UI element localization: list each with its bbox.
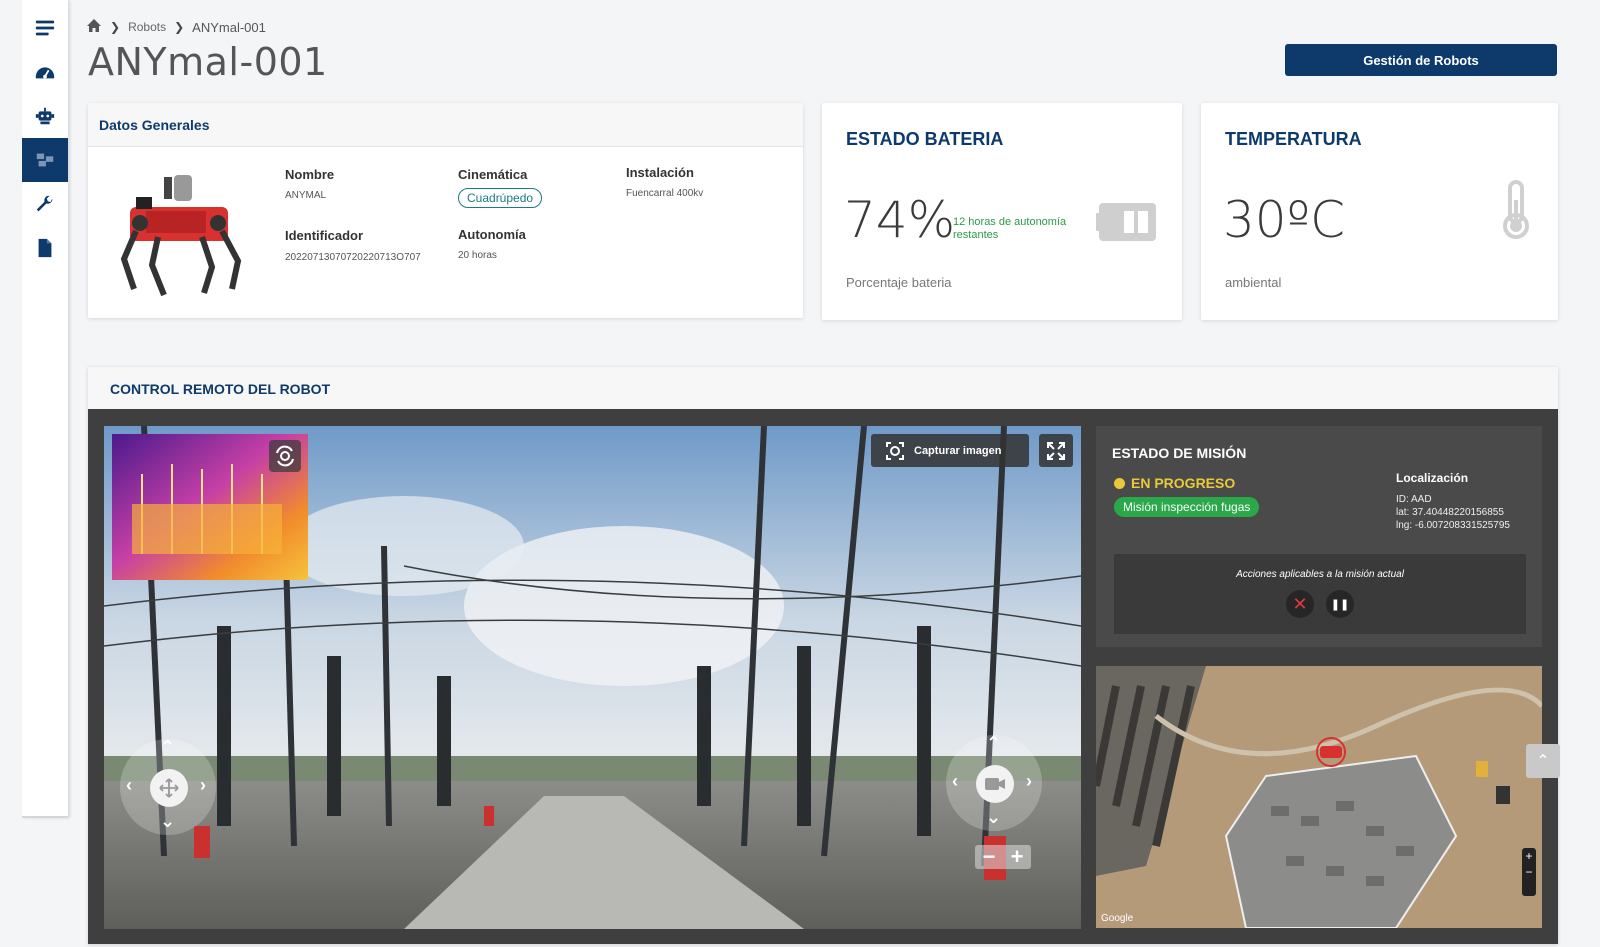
movement-joystick[interactable]: ⌃ ‹ › ⌄: [120, 737, 216, 835]
chevron-right-icon[interactable]: ›: [1026, 771, 1032, 792]
pause-mission-button[interactable]: ❚❚: [1326, 590, 1354, 618]
instalacion-value: Fuencarral 400kv: [626, 188, 704, 199]
move-icon: [159, 778, 179, 798]
mission-status-text: EN PROGRESO: [1131, 475, 1236, 491]
menu-icon[interactable]: [22, 6, 68, 50]
page-title: ANYmal-001: [88, 40, 328, 84]
capture-image-label: Capturar imagen: [914, 444, 1002, 457]
scroll-to-top-button[interactable]: ⌃: [1526, 744, 1560, 778]
move-knob[interactable]: [150, 769, 188, 807]
autonomia-value: 20 horas: [458, 250, 497, 261]
location-info: Localización ID: AAD lat: 37.40448220156…: [1396, 471, 1510, 532]
temperature-card: TEMPERATURA 30ºC ambiental: [1201, 103, 1558, 320]
chevron-up-icon[interactable]: ⌃: [986, 733, 1001, 754]
chevron-left-icon[interactable]: ‹: [952, 771, 958, 792]
battery-card: ESTADO BATERIA 74% 12 horas de autonomía…: [822, 103, 1182, 320]
thermometer-icon: [1503, 180, 1529, 239]
battery-title: ESTADO BATERIA: [846, 129, 1004, 149]
nombre-value: ANYMAL: [285, 190, 327, 201]
breadcrumb-item-current: ANYmal-001: [192, 19, 266, 35]
switch-camera-button[interactable]: [269, 440, 301, 472]
chevron-right-icon: ❯: [174, 20, 185, 34]
temperature-sub: ambiental: [1225, 275, 1282, 290]
location-label: Localización: [1396, 471, 1469, 485]
general-data-title: Datos Generales: [88, 103, 803, 147]
chevron-up-icon: ⌃: [1536, 753, 1550, 770]
map-credit: Google: [1101, 913, 1134, 924]
robot-management-button[interactable]: Gestión de Robots: [1285, 44, 1557, 76]
instalacion-label: Instalación: [626, 165, 694, 180]
map-image: [1096, 666, 1542, 928]
camera-knob[interactable]: [976, 765, 1014, 803]
mission-title: ESTADO DE MISIÓN: [1112, 445, 1247, 461]
wrench-icon[interactable]: [22, 182, 68, 226]
document-icon[interactable]: [22, 226, 68, 270]
capture-icon: [886, 441, 904, 460]
switch-camera-icon: [276, 445, 294, 467]
zoom-in-button[interactable]: +: [1011, 844, 1024, 870]
camera-joystick[interactable]: ⌃ ‹ › ⌄: [946, 733, 1042, 831]
mission-status-panel: ESTADO DE MISIÓN EN PROGRESO Misión insp…: [1096, 426, 1542, 647]
field-autonomia: Autonomía 20 horas: [458, 227, 526, 261]
chevron-down-icon[interactable]: ⌄: [986, 807, 1001, 828]
remote-control-panel: CONTROL REMOTO DEL ROBOT Capturar imagen…: [88, 367, 1558, 944]
fullscreen-icon: [1047, 441, 1065, 460]
field-nombre: Nombre ANYMAL: [285, 167, 334, 201]
chevron-down-icon[interactable]: ⌄: [160, 811, 175, 832]
nombre-label: Nombre: [285, 167, 335, 182]
robot-icon[interactable]: [22, 94, 68, 138]
fullscreen-button[interactable]: [1039, 434, 1073, 467]
battery-value: 74%: [844, 191, 956, 249]
chevron-up-icon[interactable]: ⌃: [160, 737, 175, 758]
mission-status: EN PROGRESO: [1114, 475, 1235, 491]
breadcrumb-item-robots[interactable]: Robots: [128, 20, 166, 34]
breadcrumb: ❯ Robots ❯ ANYmal-001: [86, 18, 266, 36]
sidebar: [22, 0, 68, 818]
capture-image-button[interactable]: Capturar imagen: [871, 434, 1029, 467]
close-icon: ✕: [1292, 593, 1308, 614]
status-dot-icon: [1114, 477, 1125, 489]
identificador-value: 20220713070720220713O707: [285, 252, 421, 263]
zoom-out-button[interactable]: −: [983, 844, 996, 870]
temperature-value: 30ºC: [1223, 191, 1346, 249]
cinematica-badge: Cuadrúpedo: [458, 188, 543, 208]
chevron-right-icon: ❯: [110, 20, 121, 34]
video-camera-icon: [985, 778, 1005, 790]
location-lng: lng: -6.007208331525795: [1396, 520, 1510, 531]
battery-sub: Porcentaje bateria: [846, 275, 952, 290]
cancel-mission-button[interactable]: ✕: [1286, 590, 1314, 618]
remote-control-title: CONTROL REMOTO DEL ROBOT: [88, 367, 1558, 409]
camera-video-feed[interactable]: Capturar imagen ⌃ ‹ › ⌄ ⌃ ‹ › ⌄ − +: [104, 426, 1081, 929]
mission-type-badge: Misión inspección fugas: [1114, 497, 1260, 517]
identificador-label: Identificador: [285, 228, 364, 243]
robot-image: [120, 175, 242, 297]
temperature-title: TEMPERATURA: [1225, 129, 1362, 149]
map-zoom-control[interactable]: + −: [1522, 848, 1536, 896]
zoom-control: − +: [975, 844, 1031, 870]
general-data-card: Datos Generales Nombre ANYMAL Cinemática…: [88, 103, 803, 318]
dashboard-icon[interactable]: [22, 50, 68, 94]
cinematica-label: Cinemática: [458, 167, 528, 182]
battery-icon: [1096, 203, 1156, 241]
battery-autonomy-note: 12 horas de autonomía restantes: [953, 216, 1067, 241]
pause-icon: ❚❚: [1330, 598, 1350, 611]
robots-fleet-icon[interactable]: [22, 138, 68, 182]
mission-actions-label: Acciones aplicables a la misión actual: [1236, 569, 1404, 580]
field-identificador: Identificador 20220713070720220713O707: [285, 228, 421, 263]
chevron-right-icon[interactable]: ›: [200, 775, 206, 796]
mission-actions: Acciones aplicables a la misión actual ✕…: [1114, 554, 1526, 634]
field-instalacion: Instalación Fuencarral 400kv: [626, 165, 703, 199]
location-lat: lat: 37.40448220156855: [1396, 507, 1504, 518]
chevron-left-icon[interactable]: ‹: [126, 775, 132, 796]
location-id: ID: AAD: [1396, 494, 1432, 505]
autonomia-label: Autonomía: [458, 227, 526, 242]
home-icon[interactable]: [86, 18, 102, 36]
field-cinematica: Cinemática Cuadrúpedo: [458, 167, 543, 208]
satellite-map[interactable]: Google + −: [1096, 666, 1542, 928]
